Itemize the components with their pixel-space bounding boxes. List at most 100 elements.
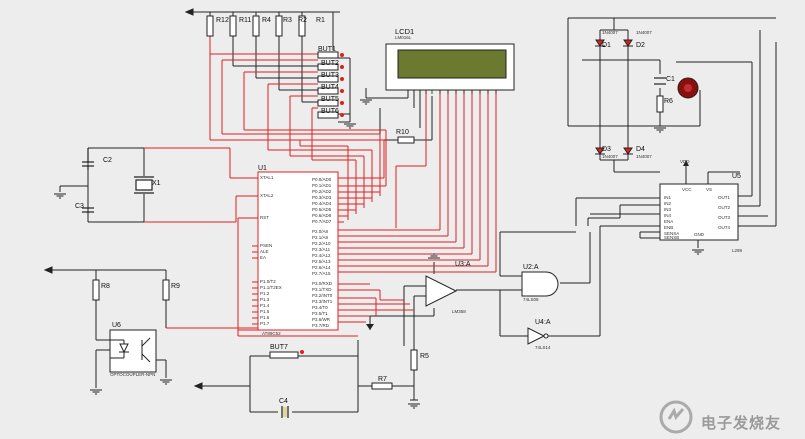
button-but7 [269, 350, 304, 359]
inverter-u4a [527, 327, 549, 345]
label-but5: BUT5 [321, 96, 339, 103]
label-but4: BUT4 [321, 84, 339, 91]
u5-pin-label: OUT4 [718, 225, 731, 230]
label-r11: R11 [239, 17, 252, 24]
label-r7: R7 [378, 376, 387, 383]
u1-pin-label: P1.4 [260, 303, 270, 308]
u5-pin-label: VCC [682, 187, 692, 192]
u1-pin-label: P1.5 [260, 309, 270, 314]
label-u2a-model: 74LS08 [523, 297, 539, 302]
u1-pin-label: P0.0/AD0 [312, 177, 332, 182]
label-d4: D4 [636, 146, 645, 153]
u1-pin-label: P2.3/A11 [312, 247, 331, 252]
label-d1-model: 1N4007 [602, 30, 618, 35]
u1-pin-label: P0.2/AD2 [312, 189, 332, 194]
label-r8: R8 [101, 283, 110, 290]
u5-pin-label: IN3 [664, 207, 672, 212]
resistor-r7 [371, 382, 393, 390]
optocoupler-u6 [109, 329, 157, 373]
u1-pin-label: P0.7/AD7 [312, 219, 332, 224]
u5-pin-label: ENB [664, 225, 674, 230]
resistor-r10 [397, 136, 415, 144]
u1-pin-label: P2.1/A9 [312, 235, 329, 240]
label-r3: R3 [283, 17, 292, 24]
lcd-display [385, 43, 515, 94]
label-u3a-model: LM358 [452, 309, 466, 314]
label-but2: BUT2 [321, 60, 339, 67]
u5-pin-label: IN1 [664, 195, 672, 200]
u5-pin-label: OUT3 [718, 215, 731, 220]
u5-pin-label: IN2 [664, 201, 672, 206]
label-c4: C4 [279, 398, 288, 405]
u5-pin-label: OUT2 [718, 205, 731, 210]
motor-symbol [677, 77, 699, 99]
u1-pin-label: P3.6/WR [312, 317, 331, 322]
label-r6: R6 [664, 98, 673, 105]
label-r9: R9 [171, 283, 180, 290]
u1-pin-label: P3.2/INT0 [312, 293, 333, 298]
watermark-text: 电子发烧友 [700, 414, 781, 432]
u1-right-pins: P0.0/AD0 P0.1/AD1 P0.2/AD2 P0.3/AD3 P0.4/AD4… [312, 176, 336, 328]
u1-pin-label: P2.2/A10 [312, 241, 331, 246]
label-u5-model: L298 [732, 248, 743, 253]
label-but7: BUT7 [270, 344, 288, 351]
and-gate-u2a [521, 271, 559, 297]
label-r10: R10 [396, 129, 409, 136]
u5-pin-label: SENSB [664, 235, 680, 240]
u1-pin-label: P1.7 [260, 321, 270, 326]
u1-pin-label: P0.5/AD5 [312, 207, 332, 212]
u1-pin-label: P3.5/T1 [312, 311, 328, 316]
label-r1: R1 [316, 17, 325, 24]
u1-pin-label: P2.5/A13 [312, 259, 331, 264]
resistor-r6 [656, 95, 664, 113]
u1-pin-label: P2.6/A14 [312, 265, 331, 270]
u5-pin-label: IN4 [664, 213, 672, 218]
resistor-r5 [410, 349, 418, 371]
label-c2: C2 [103, 157, 112, 164]
crystal-circuit [82, 148, 154, 213]
u1-pin-label: P3.1/TXD [312, 287, 332, 292]
label-d3: D3 [602, 146, 611, 153]
label-c3: C3 [75, 203, 84, 210]
u1-pin-label: P2.4/A12 [312, 253, 331, 258]
resistor-r8 [92, 279, 100, 301]
u1-pin-label: P3.4/T0 [312, 305, 328, 310]
u1-pin-label: P1.2 [260, 291, 270, 296]
u1-pin-label: XTAL2 [260, 193, 274, 198]
label-lcd-model: LM016L [395, 35, 412, 40]
label-but1: BUT1 [318, 46, 336, 53]
label-r2: R2 [298, 17, 307, 24]
label-vdd: VDD [680, 159, 690, 164]
u1-pin-label: P0.4/AD4 [312, 201, 332, 206]
capacitor-c4 [281, 406, 289, 418]
u1-pin-label: XTAL1 [260, 175, 274, 180]
u1-pin-label: P0.6/AD6 [312, 213, 332, 218]
label-r12: R12 [216, 17, 229, 24]
label-x1: X1 [152, 180, 161, 187]
u1-pin-label: P3.0/RXD [312, 281, 333, 286]
label-u4a: U4:A [535, 319, 551, 326]
u1-pin-label: P0.1/AD1 [312, 183, 332, 188]
label-u1: U1 [258, 165, 267, 172]
u1-left-pins: XTAL1 XTAL2 RST PSEN ALE EA P1.0/T2 P1.1… [260, 175, 300, 328]
diode-bridge [595, 39, 633, 155]
label-u6-model: OPTOCOUPLER-NPN [110, 372, 156, 377]
u1-pin-label: P3.3/INT1 [312, 299, 333, 304]
label-d4-model: 1N4007 [636, 154, 652, 159]
u1-pin-label: P0.3/AD3 [312, 195, 332, 200]
u5-pin-label: OUT1 [718, 195, 731, 200]
label-u6: U6 [112, 322, 121, 329]
label-d3-model: 1N4007 [602, 154, 618, 159]
resistor-r9 [162, 279, 170, 301]
label-r4: R4 [262, 17, 271, 24]
u1-pin-label: P2.0/A8 [312, 229, 329, 234]
label-c1: C1 [666, 76, 675, 83]
label-u1-model: AT89C52 [262, 331, 281, 336]
watermark-logo-icon [659, 400, 693, 434]
label-d1: D1 [602, 42, 611, 49]
u1-pin-label: P3.7/RD [312, 323, 330, 328]
label-but6: BUT6 [321, 108, 339, 115]
label-u3a: U3:A [455, 261, 471, 268]
u5-pin-label: VS [706, 187, 713, 192]
opamp-u3a [425, 275, 458, 307]
